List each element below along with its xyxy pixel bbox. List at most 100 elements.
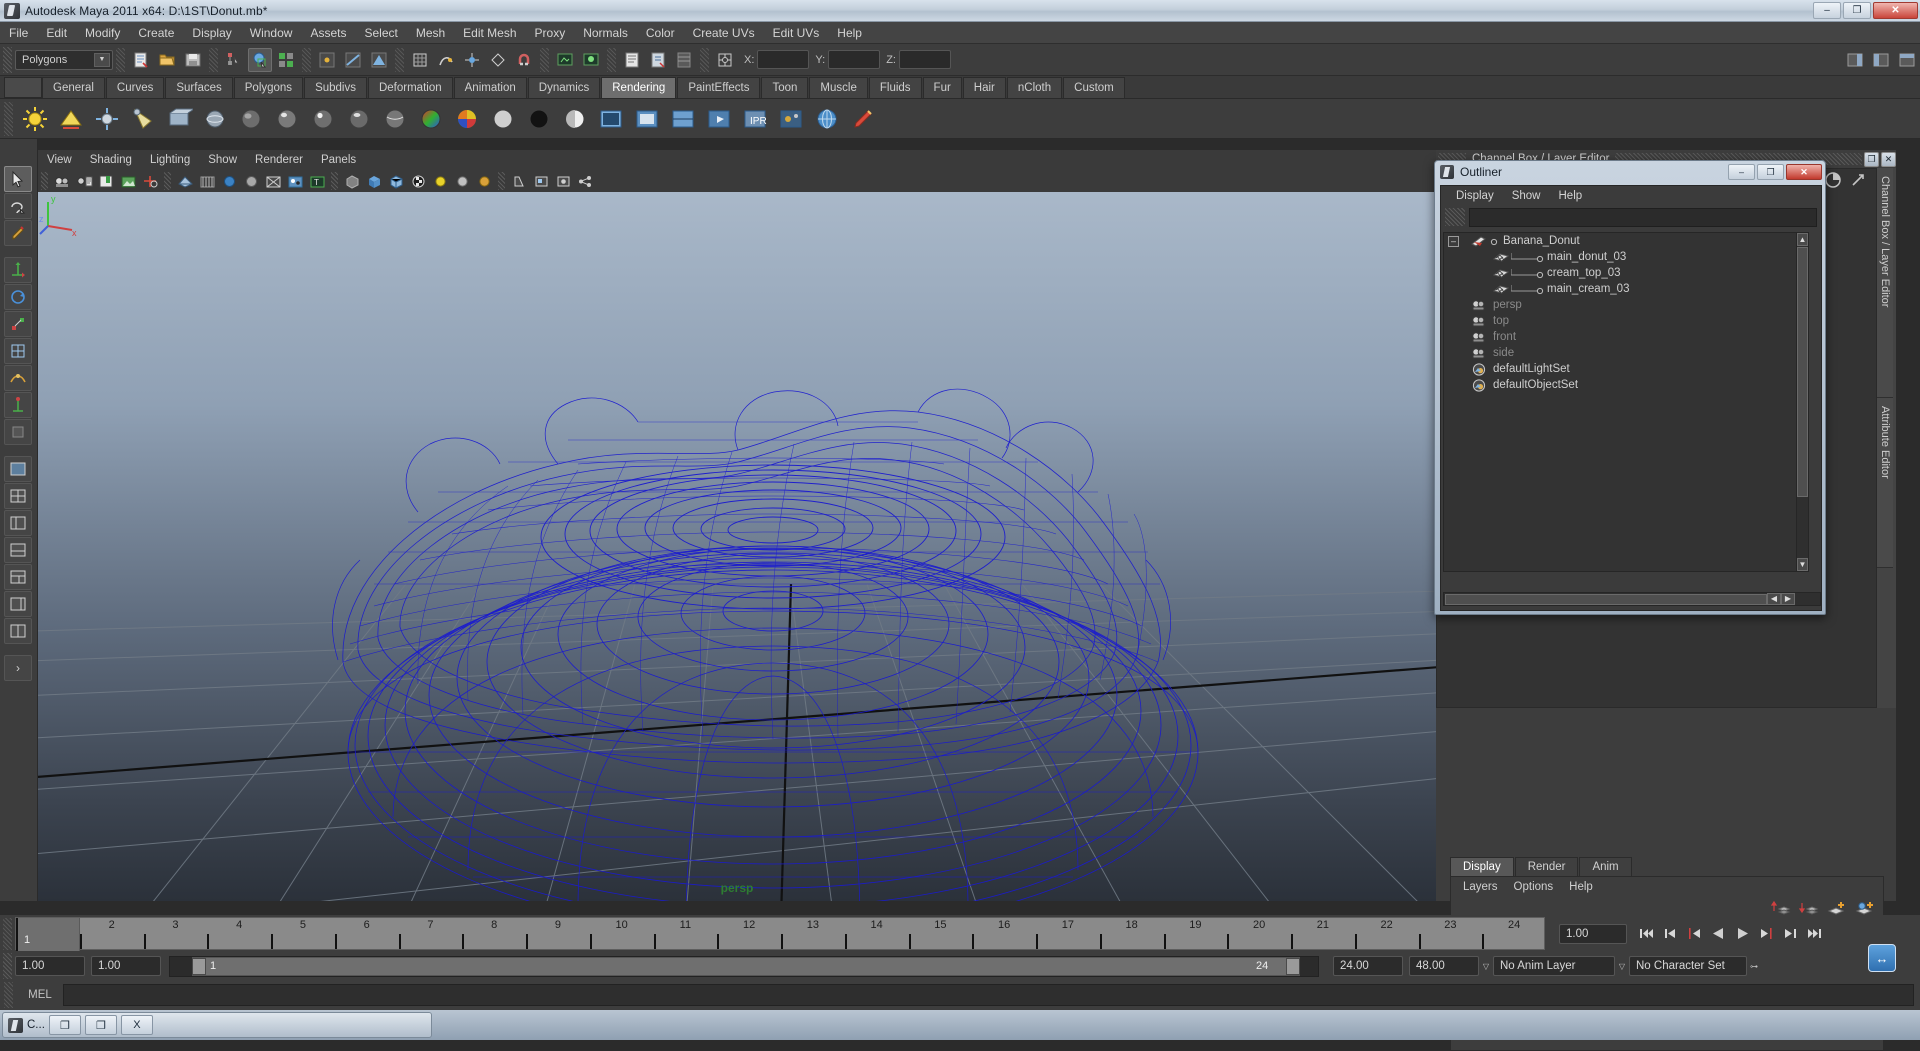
step-back-frame-icon[interactable] [1685,924,1704,943]
ramp-shader-icon[interactable] [415,103,447,135]
step-forward-frame-icon[interactable] [1757,924,1776,943]
snap-point-icon[interactable] [460,48,484,72]
range-inner[interactable] [192,956,1300,976]
lighting-display-icon[interactable]: T [307,172,327,191]
character-set-caret-icon[interactable]: ▽ [1615,962,1629,971]
help-bubble-icon[interactable]: ↔ [1868,944,1896,972]
scroll-right-icon[interactable]: ▶ [1781,593,1795,605]
snap-curve-icon[interactable] [434,48,458,72]
viewport-menu-renderer[interactable]: Renderer [246,153,312,167]
outliner-row[interactable]: main_donut_03 [1444,249,1808,265]
shelf-tab-curves[interactable]: Curves [105,77,165,98]
anim-start-field[interactable]: 1.00 [15,956,85,976]
horizontal-scroll-thumb[interactable] [1445,593,1767,605]
z-coord-field[interactable] [898,50,951,69]
side-tab-attribute-editor[interactable]: Attribute Editor [1877,398,1893,568]
shade-options-icon[interactable] [263,172,283,191]
use-background-icon[interactable] [523,103,555,135]
light-grey-icon[interactable] [452,172,472,191]
light-amber-icon[interactable] [474,172,494,191]
batch-render-icon[interactable] [703,103,735,135]
shaded-cube-icon[interactable] [364,172,384,191]
anisotropic-material-icon[interactable] [379,103,411,135]
shelf-tab-muscle[interactable]: Muscle [809,77,868,98]
texture-sphere-icon[interactable] [811,103,843,135]
show-hide-attribute-editor-icon[interactable] [1869,48,1893,72]
shelf-tab-dynamics[interactable]: Dynamics [527,77,601,98]
two-pane-layout-icon[interactable] [4,618,32,644]
smooth-shade-all-icon[interactable] [197,172,217,191]
layer-menu-layers[interactable]: Layers [1455,880,1506,894]
shelf-tab-animation[interactable]: Animation [453,77,527,98]
outliner-search-input[interactable] [1469,207,1817,227]
color-wheel-icon[interactable] [451,103,483,135]
outliner-menu-display[interactable]: Display [1447,189,1503,203]
menu-item-edit[interactable]: Edit [37,24,76,42]
scroll-up-icon[interactable]: ▲ [1797,233,1808,246]
arrow-up-right-icon[interactable] [1849,171,1867,189]
outliner-close-button[interactable]: ✕ [1786,164,1822,180]
scroll-left-icon[interactable]: ◀ [1767,593,1781,605]
side-tab-channelbox[interactable]: Channel Box / Layer Editor [1877,168,1893,398]
menuset-selector[interactable]: Polygons ▼ [15,49,113,70]
select-mask-vertex-icon[interactable] [315,48,339,72]
tree-expander-icon[interactable]: – [1448,235,1459,247]
viewport-menu-panels[interactable]: Panels [312,153,365,167]
outliner-row[interactable]: – Banana_Donut [1444,233,1808,249]
anim-end-field[interactable]: 48.00 [1409,956,1479,976]
single-perspective-layout-icon[interactable] [4,456,32,482]
outliner-menu-help[interactable]: Help [1550,189,1592,203]
checker-display-icon[interactable] [408,172,428,191]
mel-label[interactable]: MEL [17,989,63,1001]
key-icon[interactable]: ⊶ [1747,962,1761,971]
menu-item-mesh[interactable]: Mesh [407,24,454,42]
outliner-expand-arrows-icon[interactable] [1445,208,1465,226]
save-scene-icon[interactable] [181,48,205,72]
show-manipulator-icon[interactable] [4,392,32,418]
outliner-menu-show[interactable]: Show [1503,189,1550,203]
window-maximize-button[interactable]: ❐ [1843,2,1871,19]
layer-tab-anim[interactable]: Anim [1579,857,1632,876]
shelf-tab-painteffects[interactable]: PaintEffects [677,77,761,98]
menu-item-window[interactable]: Window [241,24,302,42]
layer-tab-render[interactable]: Render [1514,857,1579,876]
select-object-icon[interactable] [248,47,272,72]
time-slider-gripper[interactable] [3,917,12,950]
shelf-tab-toon[interactable]: Toon [761,77,809,98]
select-tool-icon[interactable] [4,166,32,192]
statusline-gripper[interactable] [3,46,12,73]
menu-item-select[interactable]: Select [355,24,406,42]
play-forwards-icon[interactable] [1733,924,1752,943]
viewport-menu-view[interactable]: View [38,153,81,167]
menu-item-proxy[interactable]: Proxy [526,24,575,42]
channelbox-close-button[interactable]: ✕ [1881,151,1896,167]
vertical-scroll-thumb[interactable] [1797,247,1808,497]
scale-tool-icon[interactable] [4,311,32,337]
open-scene-icon[interactable] [155,48,179,72]
wireframe-shading-icon[interactable] [175,172,195,191]
open-tool-settings-icon[interactable] [646,48,670,72]
transform-pivot-icon[interactable] [713,48,737,72]
outliner-row[interactable]: cream_top_03 [1444,265,1808,281]
menu-item-file[interactable]: File [0,24,37,42]
time-slider-track[interactable]: 1234567891011121314151617181920212223241 [15,917,1545,951]
magnet-icon[interactable] [512,48,536,72]
shelf-tab-deformation[interactable]: Deformation [367,77,453,98]
rotate-tool-icon[interactable] [4,284,32,310]
outliner-horizontal-scrollbar[interactable]: ◀ ▶ [1443,592,1821,606]
outliner-row[interactable]: main_cream_03 [1444,281,1808,297]
go-to-start-icon[interactable] [1637,924,1656,943]
channelbox-undock-button[interactable]: ❐ [1864,151,1879,167]
perspective-viewport[interactable]: y x z persp [38,192,1436,901]
outliner-row[interactable]: side [1444,345,1808,361]
phong-material-icon[interactable] [307,103,339,135]
shelf-tab-general[interactable]: General [42,77,105,98]
viewport-menu-shading[interactable]: Shading [81,153,141,167]
render-view-icon[interactable] [553,48,577,72]
range-left-handle[interactable] [192,957,206,975]
menu-item-edit-uvs[interactable]: Edit UVs [764,24,829,42]
ambient-light-icon[interactable] [19,103,51,135]
anim-layer-caret-icon[interactable]: ▽ [1479,962,1493,971]
play-backwards-icon[interactable] [1709,924,1728,943]
go-to-end-icon[interactable] [1805,924,1824,943]
